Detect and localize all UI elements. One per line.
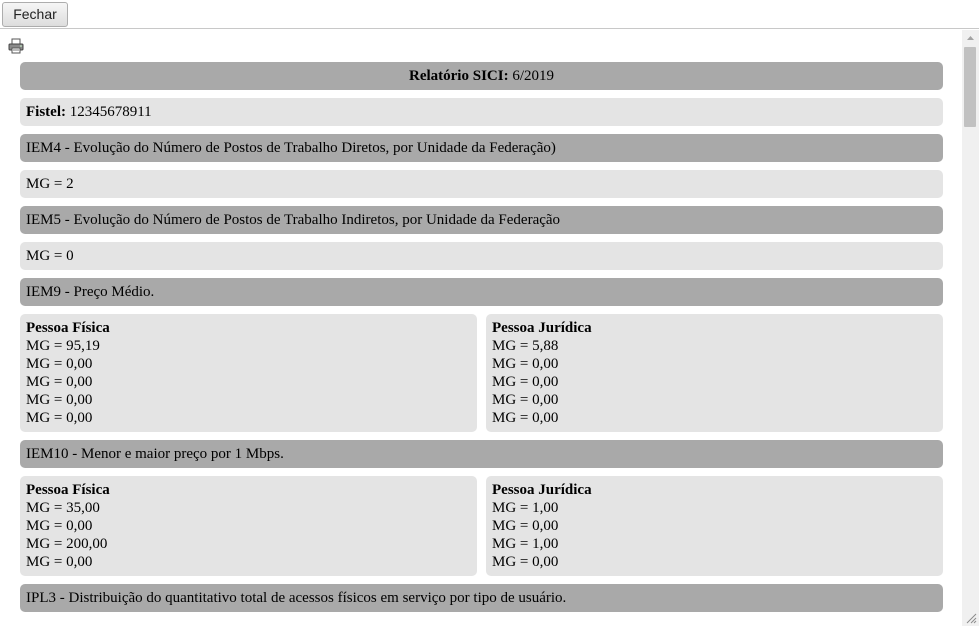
value-line: MG = 0,00 — [26, 410, 93, 426]
report-period: 6/2019 — [512, 68, 554, 84]
value-line: MG = 0,00 — [26, 518, 93, 534]
value-line: MG = 0,00 — [492, 392, 559, 408]
iem10-pessoa-juridica: Pessoa Jurídica MG = 1,00 MG = 0,00 MG =… — [486, 476, 943, 576]
report-viewport: Relatório SICI: 6/2019 Fistel: 123456789… — [0, 30, 979, 626]
value-line: MG = 0,00 — [492, 410, 559, 426]
section-header-iem5: IEM5 - Evolução do Número de Postos de T… — [20, 206, 943, 234]
vertical-scrollbar[interactable] — [962, 30, 979, 626]
value-line: MG = 0,00 — [492, 374, 559, 390]
fistel-value: 12345678911 — [69, 104, 152, 120]
value-line: MG = 1,00 — [492, 500, 559, 516]
report-title: Relatório SICI: 6/2019 — [20, 62, 943, 90]
value-line: MG = 0,00 — [492, 356, 559, 372]
section-value-iem4: MG = 2 — [20, 170, 943, 198]
value-line: MG = 1,00 — [492, 536, 559, 552]
value-line: MG = 200,00 — [26, 536, 108, 552]
resize-grip-icon[interactable] — [965, 612, 977, 624]
iem9-pessoa-juridica: Pessoa Jurídica MG = 5,88 MG = 0,00 MG =… — [486, 314, 943, 432]
report-content: Relatório SICI: 6/2019 Fistel: 123456789… — [20, 62, 943, 620]
value-line: MG = 0,00 — [26, 374, 93, 390]
top-toolbar: Fechar — [0, 0, 979, 29]
value-line: MG = 95,19 — [26, 338, 100, 354]
value-line: MG = 5,88 — [492, 338, 559, 354]
report-title-label: Relatório SICI: — [409, 68, 509, 84]
section-body-iem9: Pessoa Física MG = 95,19 MG = 0,00 MG = … — [20, 314, 943, 432]
value-line: MG = 0,00 — [26, 554, 93, 570]
iem9-pessoa-fisica: Pessoa Física MG = 95,19 MG = 0,00 MG = … — [20, 314, 477, 432]
panel-heading: Pessoa Jurídica — [492, 320, 592, 336]
printer-icon[interactable] — [8, 38, 24, 54]
iem10-pessoa-fisica: Pessoa Física MG = 35,00 MG = 0,00 MG = … — [20, 476, 477, 576]
fistel-label: Fistel: — [26, 104, 66, 120]
section-header-iem9: IEM9 - Preço Médio. — [20, 278, 943, 306]
value-line: MG = 0,00 — [492, 518, 559, 534]
panel-heading: Pessoa Física — [26, 320, 110, 336]
section-header-iem4: IEM4 - Evolução do Número de Postos de T… — [20, 134, 943, 162]
section-header-iem10: IEM10 - Menor e maior preço por 1 Mbps. — [20, 440, 943, 468]
panel-heading: Pessoa Jurídica — [492, 482, 592, 498]
fistel-row: Fistel: 12345678911 — [20, 98, 943, 126]
scrollbar-thumb[interactable] — [964, 47, 976, 127]
scroll-up-arrow-icon[interactable] — [962, 30, 979, 47]
section-header-ipl3: IPL3 - Distribuição do quantitativo tota… — [20, 584, 943, 612]
value-line: MG = 0,00 — [26, 392, 93, 408]
panel-heading: Pessoa Física — [26, 482, 110, 498]
section-value-iem5: MG = 0 — [20, 242, 943, 270]
value-line: MG = 0,00 — [26, 356, 93, 372]
value-line: MG = 0,00 — [492, 554, 559, 570]
value-line: MG = 35,00 — [26, 500, 100, 516]
section-body-iem10: Pessoa Física MG = 35,00 MG = 0,00 MG = … — [20, 476, 943, 576]
close-button[interactable]: Fechar — [2, 2, 68, 27]
